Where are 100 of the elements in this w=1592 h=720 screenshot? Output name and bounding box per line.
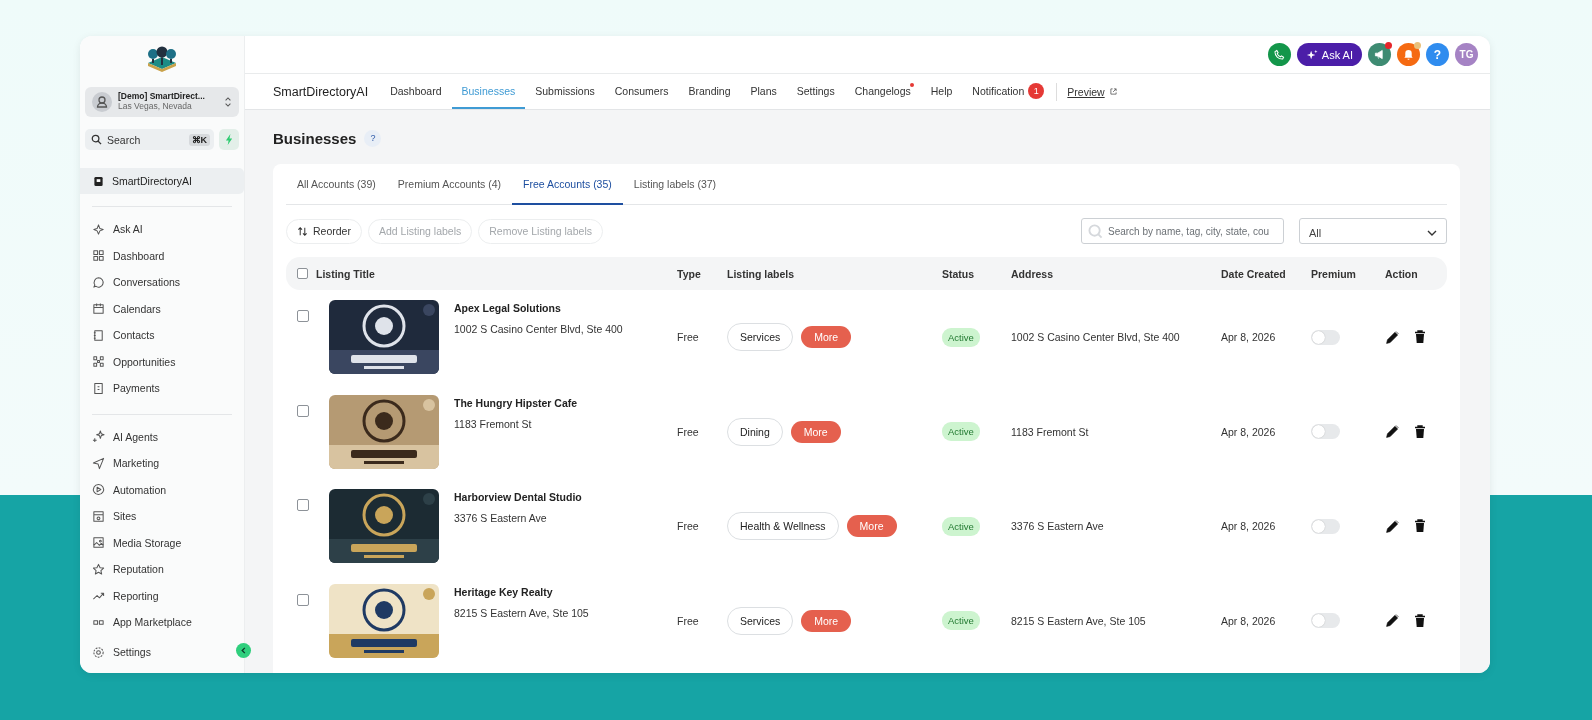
edit-icon[interactable]	[1385, 518, 1400, 534]
account-switcher[interactable]: [Demo] SmartDirect... Las Vegas, Nevada	[85, 87, 239, 117]
column-header: Premium	[1311, 267, 1356, 280]
lightning-icon	[224, 134, 234, 145]
sidebar-item[interactable]: Sites	[80, 503, 244, 530]
sidebar-item[interactable]: Payments	[80, 375, 244, 402]
edit-icon[interactable]	[1385, 424, 1400, 440]
chevron-down-icon	[1427, 229, 1437, 236]
listing-title[interactable]: Heritage Key Realty	[454, 585, 589, 598]
delete-icon[interactable]	[1414, 519, 1426, 534]
filter-dropdown[interactable]: All	[1299, 218, 1447, 244]
preview-link[interactable]: Preview	[1067, 85, 1105, 98]
search-field[interactable]: Search ⌘K	[85, 129, 214, 150]
sidebar-item[interactable]: Automation	[80, 476, 244, 503]
settings-icon	[92, 645, 105, 659]
image-icon	[92, 536, 105, 550]
sidebar-item[interactable]: Contacts	[80, 322, 244, 349]
sidebar-item[interactable]: AI Agents	[80, 423, 244, 450]
star-icon	[92, 562, 105, 576]
premium-toggle[interactable]	[1311, 613, 1340, 629]
account-name: [Demo] SmartDirect...	[118, 92, 206, 102]
status-badge: Active	[942, 422, 980, 442]
listing-title[interactable]: Harborview Dental Studio	[454, 491, 582, 504]
nav-tab[interactable]: Settings	[786, 74, 845, 109]
delete-icon[interactable]	[1414, 424, 1426, 439]
tab[interactable]: Free Accounts (35)	[512, 164, 623, 205]
sidebar-item[interactable]: Conversations	[80, 269, 244, 296]
table-cell: 8215 S Eastern Ave, Ste 105	[1011, 614, 1146, 627]
sidebar-item[interactable]: Reporting	[80, 582, 244, 609]
table-cell: Apr 8, 2026	[1221, 331, 1276, 344]
nav-tab[interactable]: Notification 1	[962, 74, 1055, 109]
table-cell: Apr 8, 2026	[1221, 614, 1276, 627]
column-header: Listing labels	[727, 267, 795, 280]
table-cell: 1183 Fremont St	[1011, 425, 1089, 438]
nav-tab[interactable]: Help	[920, 74, 963, 109]
column-header: Type	[677, 267, 701, 280]
checkbox[interactable]	[297, 404, 309, 417]
sidebar-item[interactable]: Ask AI	[80, 216, 244, 243]
count-badge: 1	[1028, 82, 1045, 99]
nav-tab[interactable]: Plans	[740, 74, 787, 109]
label-chip: Health & Wellness	[727, 512, 839, 541]
megaphone-icon	[1374, 49, 1385, 60]
bell-icon	[1403, 49, 1414, 60]
sidebar-item[interactable]: Calendars	[80, 295, 244, 322]
sidebar-item[interactable]: Marketing	[80, 450, 244, 477]
tab[interactable]: Listing labels (37)	[622, 164, 728, 205]
checkbox[interactable]	[297, 593, 309, 606]
sidebar-item[interactable]: App Marketplace	[80, 609, 244, 636]
delete-icon[interactable]	[1414, 613, 1426, 628]
search-icon	[1088, 223, 1103, 239]
announcements-button[interactable]	[1368, 43, 1391, 66]
column-header: Listing Title	[316, 267, 375, 280]
premium-toggle[interactable]	[1311, 329, 1340, 345]
user-icon	[92, 92, 112, 112]
premium-toggle[interactable]	[1311, 424, 1340, 440]
phone-icon	[1273, 49, 1285, 60]
chat-bubble-icon	[92, 275, 105, 289]
edit-icon[interactable]	[1385, 329, 1400, 345]
sidebar-item[interactable]: Opportunities	[80, 348, 244, 375]
nav-tab[interactable]: Submissions	[525, 74, 605, 109]
listing-title[interactable]: Apex Legal Solutions	[454, 302, 623, 315]
table-cell: 1002 S Casino Center Blvd, Ste 400	[1011, 331, 1180, 344]
toolbar-button[interactable]: Reorder	[286, 218, 362, 244]
nav-tab[interactable]: Consumers	[604, 74, 679, 109]
checkbox[interactable]	[297, 268, 308, 279]
tab[interactable]: All Accounts (39)	[286, 164, 387, 205]
phone-button[interactable]	[1267, 43, 1291, 66]
table-cell: Free	[677, 520, 699, 533]
notifications-button[interactable]	[1397, 43, 1420, 66]
receipt-icon	[92, 381, 105, 395]
table-cell: Apr 8, 2026	[1221, 425, 1276, 438]
sidebar-item[interactable]: Media Storage	[80, 529, 244, 556]
help-button[interactable]: ?	[364, 129, 382, 147]
listing-title[interactable]: The Hungry Hipster Cafe	[454, 396, 578, 409]
checkbox[interactable]	[297, 310, 309, 323]
chevron-left-icon	[240, 647, 247, 654]
sidebar-item[interactable]: Reputation	[80, 556, 244, 583]
settings-item[interactable]: Settings	[80, 641, 161, 663]
checkbox[interactable]	[297, 499, 309, 512]
tab[interactable]: Premium Accounts (4)	[386, 164, 513, 205]
browser-icon	[92, 509, 105, 523]
label-chip: Dining	[727, 417, 783, 446]
sparkles-icon	[1305, 48, 1318, 61]
external-link-icon	[1109, 88, 1117, 95]
search-field[interactable]: Search by name, tag, city, state, cou	[1081, 218, 1284, 244]
listing-address: 3376 S Eastern Ave	[454, 512, 548, 525]
sidebar-item[interactable]: Dashboard	[80, 242, 244, 269]
nav-tab[interactable]: Branding	[678, 74, 741, 109]
ask-ai-button[interactable]: Ask AI	[1296, 43, 1362, 66]
nav-tab[interactable]: Changelogs	[844, 74, 921, 109]
delete-icon[interactable]	[1414, 330, 1426, 345]
workspace-item[interactable]: SmartDirectoryAI	[80, 168, 244, 194]
edit-icon[interactable]	[1385, 613, 1400, 629]
search-placeholder: Search	[107, 133, 141, 146]
nodes-icon	[92, 355, 105, 369]
nav-tab[interactable]: Dashboard	[380, 74, 452, 109]
account-location: Las Vegas, Nevada	[118, 102, 193, 112]
app-name: SmartDirectoryAI	[273, 84, 369, 99]
premium-toggle[interactable]	[1311, 518, 1340, 534]
page-title: Businesses	[273, 129, 357, 147]
